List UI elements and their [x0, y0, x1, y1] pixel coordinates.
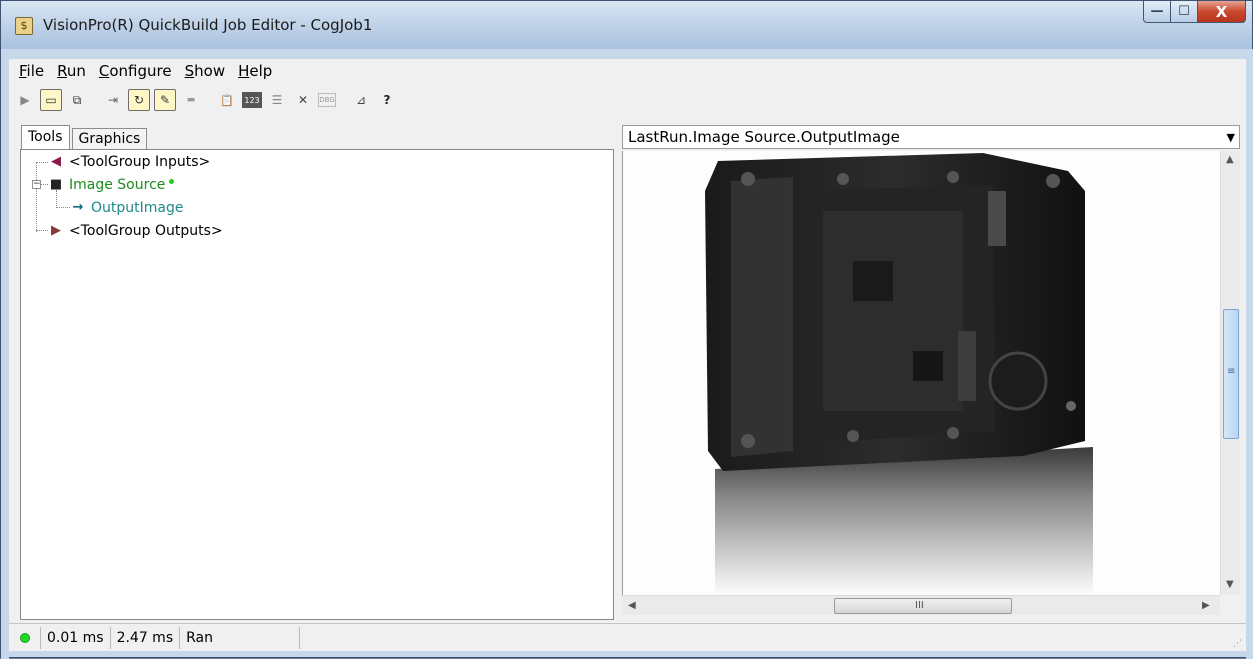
- tree-connector: [36, 162, 37, 232]
- image-selector-value: LastRun.Image Source.OutputImage: [628, 128, 900, 146]
- tools-icon[interactable]: ✕: [292, 89, 314, 111]
- window-title: VisionPro(R) QuickBuild Job Editor - Cog…: [43, 16, 373, 34]
- scroll-down-icon[interactable]: ▼: [1226, 579, 1234, 590]
- maximize-button[interactable]: ☐: [1171, 1, 1198, 23]
- horizontal-scroll-thumb[interactable]: III: [834, 598, 1012, 614]
- minimize-button[interactable]: —: [1143, 1, 1171, 23]
- menu-file[interactable]: File: [19, 62, 44, 80]
- collapse-toggle[interactable]: −: [32, 180, 41, 189]
- window-frame-left: [1, 49, 9, 659]
- horizontal-scrollbar[interactable]: ◀ III ▶: [622, 595, 1220, 615]
- status-dot-icon: [169, 178, 175, 184]
- left-tabs: Tools Graphics: [21, 125, 149, 149]
- tree-item-label: <ToolGroup Inputs>: [69, 154, 211, 170]
- status-time-1: 0.01 ms: [41, 626, 111, 649]
- main-window: $ VisionPro(R) QuickBuild Job Editor - C…: [0, 0, 1253, 659]
- menu-show[interactable]: Show: [185, 62, 225, 80]
- tree-item-toolgroup-inputs[interactable]: ◀ <ToolGroup Inputs>: [47, 152, 210, 172]
- scroll-up-icon[interactable]: ▲: [1226, 154, 1234, 165]
- status-time-2: 2.47 ms: [111, 626, 181, 649]
- status-bar: 0.01 ms 2.47 ms Ran ⋰: [9, 623, 1246, 651]
- debug-icon[interactable]: DBG: [318, 93, 336, 107]
- window-frame-right: [1246, 49, 1253, 659]
- dash-icon[interactable]: ▬: [180, 89, 202, 111]
- resize-grip-icon[interactable]: ⋰: [1233, 639, 1242, 649]
- results-icon[interactable]: ☰: [266, 89, 288, 111]
- scroll-left-icon[interactable]: ◀: [628, 600, 636, 611]
- status-state: Ran: [180, 626, 301, 649]
- live-mode-icon[interactable]: ↻: [128, 89, 150, 111]
- tab-graphics[interactable]: Graphics: [71, 128, 148, 149]
- menu-help[interactable]: Help: [238, 62, 272, 80]
- client-area: Tools Graphics − ◀ <ToolGroup Inputs> ■ …: [9, 117, 1246, 623]
- status-led-icon: [19, 632, 30, 643]
- tree-item-output-image[interactable]: → OutputImage: [69, 198, 184, 218]
- image-panel: LastRun.Image Source.OutputImage ▼ ▲ ≡ ▼…: [622, 125, 1240, 621]
- menu-bar: File Run Configure Show Help: [9, 59, 1246, 83]
- job-editor-icon[interactable]: $: [15, 17, 33, 35]
- input-arrow-icon: ◀: [51, 154, 61, 169]
- camera-icon: ■: [49, 177, 63, 192]
- menu-run[interactable]: Run: [57, 62, 86, 80]
- tree-item-image-source[interactable]: ■ Image Source: [47, 175, 175, 195]
- tool-display-icon[interactable]: ⧉: [66, 89, 88, 111]
- scroll-grip-icon: III: [915, 600, 924, 611]
- output-group-arrow-icon: ▶: [51, 223, 61, 238]
- edit-icon[interactable]: ✎: [154, 89, 176, 111]
- chevron-down-icon[interactable]: ▼: [1227, 131, 1235, 144]
- run-icon[interactable]: ▶: [14, 89, 36, 111]
- help-icon[interactable]: ?: [376, 89, 398, 111]
- vertical-scrollbar[interactable]: ▲ ≡ ▼: [1220, 151, 1240, 595]
- toolbar: ▶ ▭ ⧉ ⇥ ↻ ✎ ▬ 📋 123 ☰ ✕ DBG ⊿ ?: [9, 83, 1246, 117]
- close-button[interactable]: X: [1198, 1, 1246, 23]
- clipboard-icon[interactable]: 📋: [216, 89, 238, 111]
- scroll-right-icon[interactable]: ▶: [1202, 600, 1210, 611]
- numeric-icon[interactable]: 123: [242, 92, 262, 108]
- tree-item-label: OutputImage: [91, 200, 184, 216]
- caption-buttons: — ☐ X: [1143, 1, 1246, 23]
- scroll-grip-icon: ≡: [1227, 366, 1236, 377]
- tool-tree: − ◀ <ToolGroup Inputs> ■ Image Source → …: [20, 149, 614, 620]
- tree-item-label: Image Source: [69, 177, 166, 193]
- status-led-cell: [9, 626, 41, 649]
- image-display[interactable]: [622, 151, 1220, 595]
- ruler-icon[interactable]: ⊿: [350, 89, 372, 111]
- tree-item-toolgroup-outputs[interactable]: ▶ <ToolGroup Outputs>: [47, 221, 223, 241]
- tree-item-label: <ToolGroup Outputs>: [69, 223, 223, 239]
- reset-icon[interactable]: ⇥: [102, 89, 124, 111]
- title-bar[interactable]: $ VisionPro(R) QuickBuild Job Editor - C…: [1, 1, 1252, 49]
- output-arrow-icon: →: [72, 200, 84, 215]
- image-selector-dropdown[interactable]: LastRun.Image Source.OutputImage ▼: [622, 125, 1240, 149]
- tree-connector: [56, 207, 70, 208]
- image-display-icon[interactable]: ▭: [40, 89, 62, 111]
- vertical-scroll-thumb[interactable]: ≡: [1223, 309, 1239, 439]
- menu-configure[interactable]: Configure: [99, 62, 172, 80]
- camera-image: [623, 151, 1220, 595]
- tab-tools[interactable]: Tools: [21, 125, 70, 149]
